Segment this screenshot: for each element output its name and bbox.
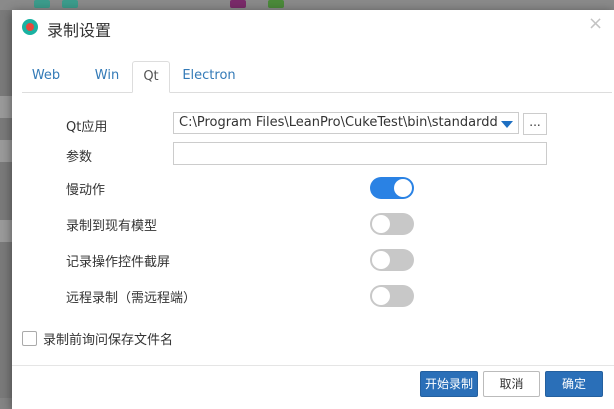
background-panel-edge	[0, 140, 12, 162]
background-tool-icon	[62, 0, 78, 8]
tab-electron[interactable]: Electron	[176, 61, 242, 91]
slow-motion-toggle[interactable]	[370, 177, 414, 199]
tab-web[interactable]: Web	[22, 61, 70, 91]
ok-button[interactable]: 确定	[545, 371, 603, 397]
background-tool-icon	[230, 0, 246, 8]
app-logo-icon	[22, 19, 38, 35]
qt-app-label: Qt应用	[66, 120, 108, 135]
toggle-knob	[372, 215, 390, 233]
record-to-model-label: 录制到现有模型	[66, 219, 158, 234]
screenshot-label: 记录操作控件截屏	[66, 255, 171, 270]
background-panel-edge	[0, 220, 12, 242]
dialog-title: 录制设置	[47, 21, 112, 40]
close-icon[interactable]: ×	[588, 13, 603, 34]
background-toolbar	[0, 0, 614, 10]
remote-record-label: 远程录制（需远程端）	[66, 291, 197, 306]
args-input[interactable]	[173, 142, 547, 165]
background-tool-icon	[268, 0, 284, 8]
ask-filename-checkbox[interactable]	[22, 331, 37, 346]
background-tool-icon	[34, 0, 50, 8]
tab-qt[interactable]: Qt	[132, 61, 170, 93]
toggle-knob	[372, 251, 390, 269]
remote-record-toggle[interactable]	[370, 285, 414, 307]
start-recording-button[interactable]: 开始录制	[420, 371, 478, 397]
cancel-button[interactable]: 取消	[483, 371, 540, 397]
background-panel-edge	[0, 96, 12, 118]
tab-win[interactable]: Win	[84, 61, 130, 91]
dropdown-arrow-icon[interactable]	[501, 121, 513, 128]
toggle-knob	[372, 287, 390, 305]
args-label: 参数	[66, 150, 93, 165]
record-settings-dialog: 录制设置 × Web Win Qt Electron Qt应用 C:\Progr…	[12, 10, 614, 409]
screenshot-toggle[interactable]	[370, 249, 414, 271]
record-to-model-toggle[interactable]	[370, 213, 414, 235]
browse-button[interactable]: ...	[523, 113, 547, 135]
ask-filename-label[interactable]: 录制前询问保存文件名	[43, 329, 173, 348]
dialog-titlebar: 录制设置 ×	[12, 10, 614, 44]
qt-app-select[interactable]: C:\Program Files\LeanPro\CukeTest\bin\st…	[173, 112, 519, 134]
toggle-knob	[394, 179, 412, 197]
slow-motion-label: 慢动作	[66, 183, 106, 198]
platform-tabs: Web Win Qt Electron	[22, 61, 612, 93]
qt-app-value: C:\Program Files\LeanPro\CukeTest\bin\st…	[179, 115, 497, 130]
dialog-footer-divider	[12, 365, 614, 366]
